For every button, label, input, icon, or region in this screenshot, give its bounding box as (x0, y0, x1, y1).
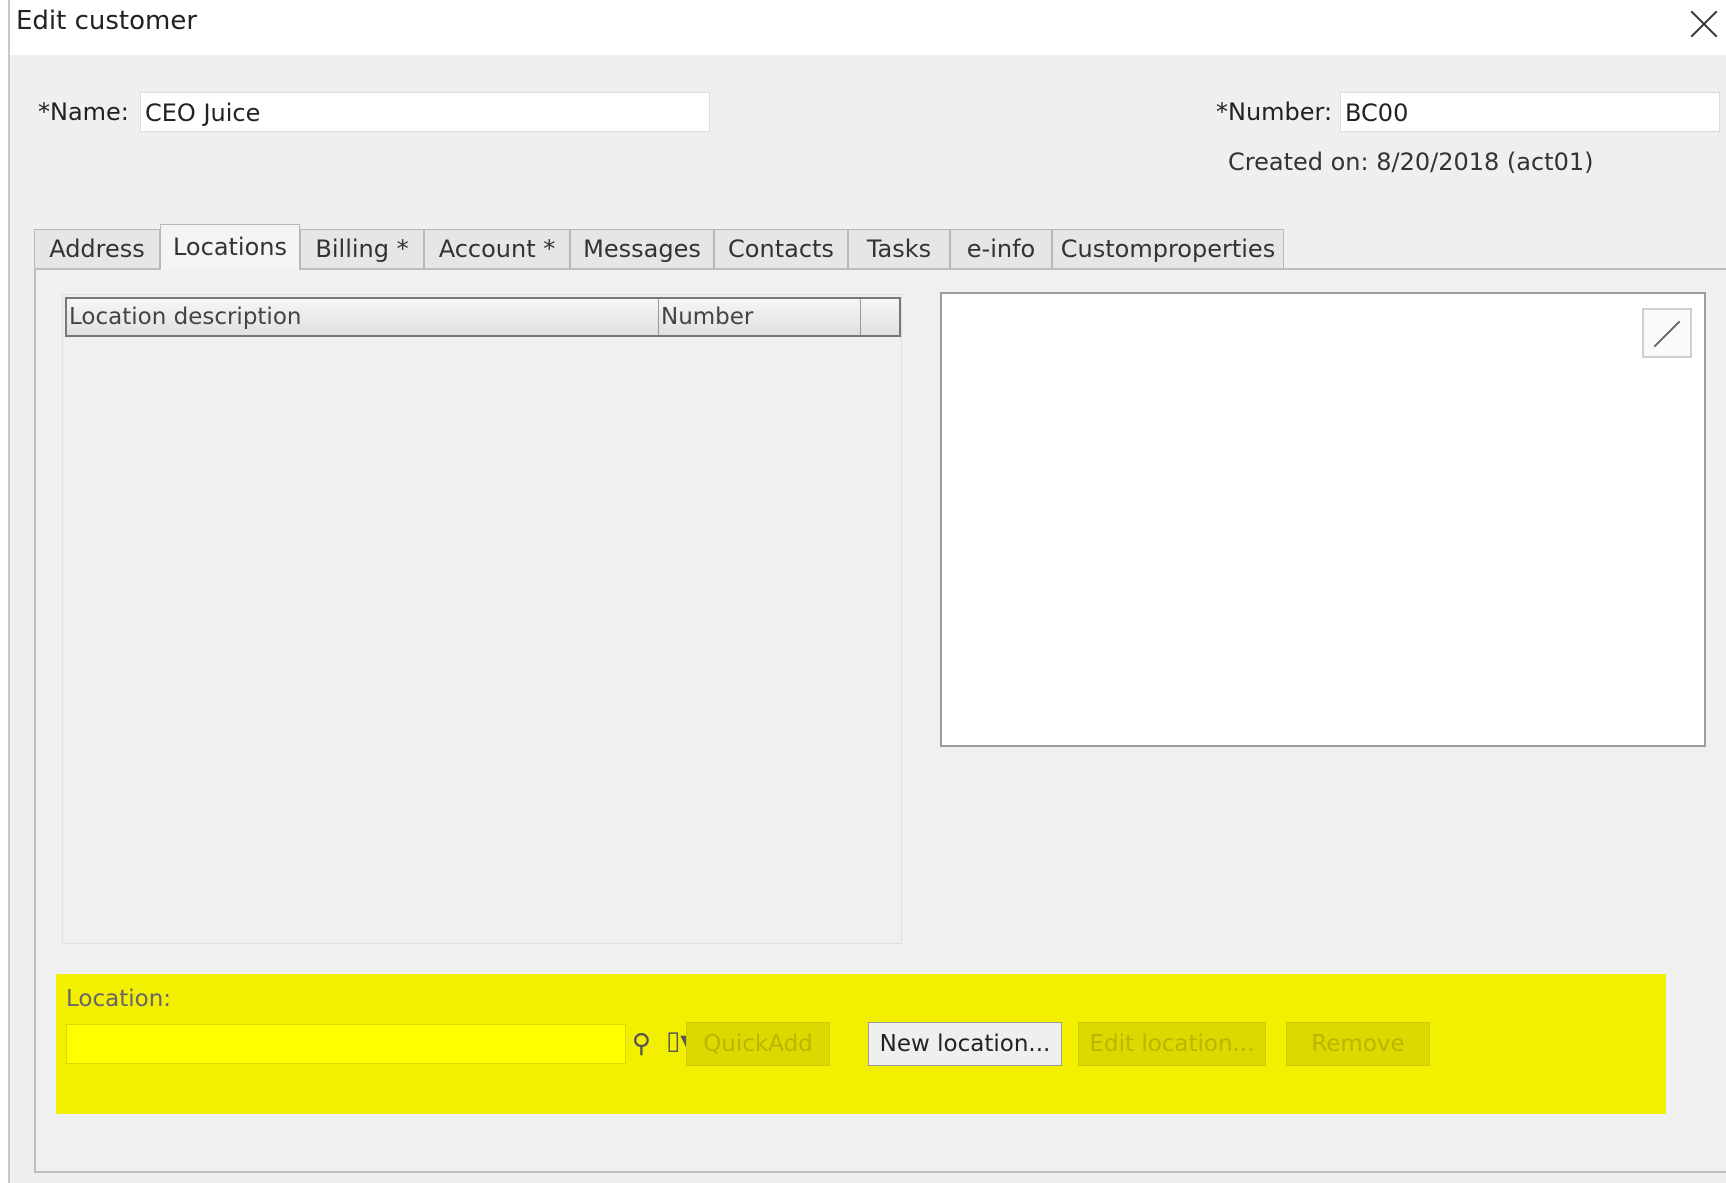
column-location-description[interactable]: Location description (69, 299, 659, 335)
tab-customproperties[interactable]: Customproperties (1052, 229, 1284, 269)
locations-list[interactable]: Location description Number (62, 294, 902, 944)
location-bar-highlight: Location: ⚲ ▯▾ QuickAdd New location... … (56, 974, 1666, 1114)
quickadd-button[interactable]: QuickAdd (686, 1022, 830, 1066)
search-icon[interactable]: ⚲ (632, 1029, 651, 1059)
tab-tasks[interactable]: Tasks (848, 229, 950, 269)
close-icon[interactable] (1686, 6, 1722, 42)
dialog-title: Edit customer (16, 6, 198, 36)
locations-panel: Location description Number Location: ⚲ … (34, 268, 1726, 1173)
tab-billing[interactable]: Billing * (300, 229, 424, 269)
tab-locations[interactable]: Locations (160, 224, 300, 270)
title-bar: Edit customer (10, 0, 1726, 55)
number-input[interactable]: BC00 (1340, 92, 1720, 132)
column-extra[interactable] (863, 299, 899, 335)
tab-messages[interactable]: Messages (570, 229, 714, 269)
tab-account[interactable]: Account * (424, 229, 570, 269)
tab-e-info[interactable]: e-info (950, 229, 1052, 269)
edit-customer-dialog: Edit customer *Name: CEO Juice *Number: … (8, 0, 1726, 1183)
list-header: Location description Number (65, 297, 901, 337)
number-label: *Number: (1216, 98, 1333, 126)
tab-address[interactable]: Address (34, 229, 160, 269)
column-number[interactable]: Number (661, 299, 861, 335)
created-on-text: Created on: 8/20/2018 (act01) (1228, 148, 1594, 176)
edit-location-button[interactable]: Edit location... (1078, 1022, 1266, 1066)
location-input[interactable] (66, 1024, 626, 1064)
remove-button[interactable]: Remove (1286, 1022, 1430, 1066)
new-location-button[interactable]: New location... (868, 1022, 1062, 1066)
tab-contacts[interactable]: Contacts (714, 229, 848, 269)
edit-pencil-icon[interactable] (1642, 308, 1692, 358)
name-input[interactable]: CEO Juice (140, 92, 710, 132)
location-label: Location: (66, 986, 172, 1012)
location-detail-box (940, 292, 1706, 747)
name-label: *Name: (38, 98, 129, 126)
